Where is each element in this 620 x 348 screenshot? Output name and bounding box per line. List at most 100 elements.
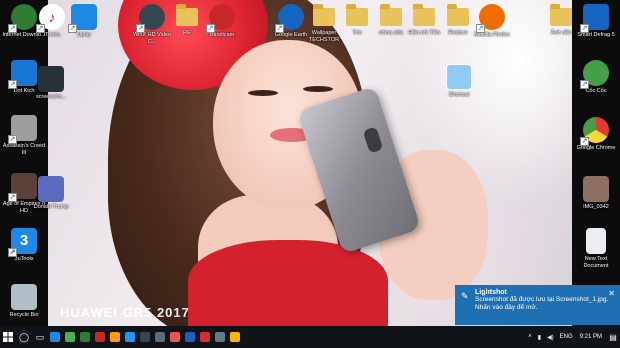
uplay-icon: ↗: [68, 4, 97, 33]
taskbar-app[interactable]: [123, 326, 137, 348]
folder-icon: [313, 4, 335, 26]
notification-message: Screenshot đã được lưu tại Screenshot_1.…: [475, 296, 609, 311]
taskbar-app[interactable]: [168, 326, 182, 348]
shortcut-arrow-icon: ↗: [136, 24, 145, 33]
folder-icon: [380, 4, 402, 26]
taskbar: ◯ ▭ ˄ ▮ ◀) ENG 9:21 PM ▤: [0, 326, 620, 348]
app-icon: [155, 332, 165, 342]
task-view-button[interactable]: ▭: [32, 326, 48, 348]
desktop-wallpaper: HUAWEI GR5 2017: [0, 0, 620, 326]
app-icon: [110, 332, 120, 342]
shortcut-icon: [446, 64, 472, 90]
app-icon: [125, 332, 135, 342]
app-icon: [80, 332, 90, 342]
desktop-icon-firefox[interactable]: ↗ Mozilla Firefox: [468, 4, 516, 39]
taskbar-app[interactable]: [228, 326, 242, 348]
feather-icon: ✎: [461, 291, 469, 301]
chrome-icon: ↗: [580, 117, 609, 146]
action-center-button[interactable]: ▤: [606, 326, 620, 348]
desktop-icon-label: Donald Trump: [33, 204, 69, 210]
notification-title: Lightshot: [475, 289, 507, 296]
shortcut-arrow-icon: ↗: [580, 24, 589, 33]
taskbar-app[interactable]: [213, 326, 227, 348]
system-tray: ˄ ▮ ◀) ENG 9:21 PM ▤: [525, 326, 620, 348]
taskbar-app[interactable]: [78, 326, 92, 348]
windows-logo-icon: [3, 332, 13, 342]
desktop-icon-label: Recycle Bin: [9, 312, 39, 318]
assassins-creed-icon: ↗: [8, 115, 37, 144]
language-indicator[interactable]: ENG: [560, 334, 573, 340]
shortcut-arrow-icon: ↗: [8, 80, 17, 89]
desktop-icon-shortcut[interactable]: Shortcut: [435, 64, 483, 99]
taskbar-app[interactable]: [138, 326, 152, 348]
wallpaper-brand-text: HUAWEI GR5 2017: [60, 305, 190, 320]
desktop-icon-assassins-creed[interactable]: ↗ Assassin's Creed III: [0, 115, 48, 156]
desktop-icon-bandicam[interactable]: ↗ Bandicam: [198, 4, 246, 39]
notification-icon: ▤: [609, 332, 617, 342]
shortcut-arrow-icon: ↗: [476, 24, 485, 33]
winx-icon: ↗: [136, 4, 165, 33]
taskbar-app[interactable]: [48, 326, 62, 348]
taskbar-app[interactable]: [108, 326, 122, 348]
desktop-icon-donald-trump[interactable]: Donald Trump: [27, 176, 75, 211]
shortcut-arrow-icon: ↗: [275, 24, 284, 33]
app-icon: [185, 332, 195, 342]
desktop-icon-new-text-document[interactable]: New Text Document: [572, 228, 620, 269]
app-icon: [95, 332, 105, 342]
shortcut-arrow-icon: ↗: [580, 80, 589, 89]
network-icon[interactable]: ▮: [538, 334, 541, 341]
start-button[interactable]: [0, 326, 16, 348]
3utools-icon: 3 ↗: [8, 228, 37, 257]
chevron-up-icon[interactable]: ˄: [528, 334, 532, 340]
desktop-icon-label: IMG_0342: [583, 204, 609, 210]
shortcut-arrow-icon: ↗: [580, 137, 589, 146]
smart-defrag-icon: ↗: [580, 4, 609, 33]
bandicam-icon: ↗: [206, 4, 235, 33]
folder-icon: [413, 4, 435, 26]
text-document-icon: [586, 228, 606, 254]
desktop-icon-3utools[interactable]: 3 ↗ 3uTools: [0, 228, 48, 263]
volume-icon[interactable]: ◀): [547, 334, 554, 341]
wallpaper-eye: [248, 90, 278, 96]
wallpaper-right-bar: [572, 0, 620, 326]
recycle-bin-icon: [11, 284, 37, 310]
lightshot-notification[interactable]: ✎ Lightshot Screenshot đã được lưu tại S…: [455, 285, 620, 325]
folder-icon: [447, 4, 469, 26]
desktop-icon-img-0342[interactable]: IMG_0342: [572, 176, 620, 211]
desktop-icon-label: Assassin's Creed III: [2, 143, 46, 156]
desktop-icon-coc-coc[interactable]: ↗ Cốc Cốc: [572, 60, 620, 95]
image-thumbnail-icon: [583, 176, 609, 202]
taskbar-app[interactable]: [198, 326, 212, 348]
app-icon: [140, 332, 150, 342]
folder-icon: [176, 4, 198, 26]
task-view-icon: ▭: [35, 331, 45, 342]
wallpaper-left-bar: [0, 0, 48, 326]
app-icon: [65, 332, 75, 342]
wallpaper-dress: [188, 240, 388, 326]
desktop-icon-recycle-bin[interactable]: Recycle Bin: [0, 284, 48, 319]
taskbar-app[interactable]: [153, 326, 167, 348]
screenshot-icon: [38, 66, 64, 92]
app-icon: [200, 332, 210, 342]
search-icon: ◯: [18, 331, 30, 342]
folder-icon: [550, 4, 572, 26]
clock[interactable]: 9:21 PM: [580, 334, 602, 340]
app-icon: [215, 332, 225, 342]
desktop-icon-smart-defrag[interactable]: ↗ Smart Defrag 5: [572, 4, 620, 39]
desktop-icon-screenshot[interactable]: screensho...: [27, 66, 75, 101]
close-icon[interactable]: ✕: [608, 289, 615, 298]
taskbar-app[interactable]: [93, 326, 107, 348]
desktop-icon-label: New Text Document: [583, 256, 609, 269]
taskbar-app[interactable]: [183, 326, 197, 348]
desktop-icon-uplay[interactable]: ↗ Uplay: [60, 4, 108, 39]
taskbar-app[interactable]: [63, 326, 77, 348]
search-button[interactable]: ◯: [16, 326, 32, 348]
wallpaper-photo: [48, 0, 572, 326]
shortcut-arrow-icon: ↗: [8, 135, 17, 144]
wallpaper-eye: [303, 86, 333, 92]
desktop-icon-chrome[interactable]: ↗ Google Chrome: [572, 117, 620, 152]
firefox-icon: ↗: [476, 4, 505, 33]
app-icon: [230, 332, 240, 342]
shortcut-arrow-icon: ↗: [8, 24, 17, 33]
app-icon: [50, 332, 60, 342]
